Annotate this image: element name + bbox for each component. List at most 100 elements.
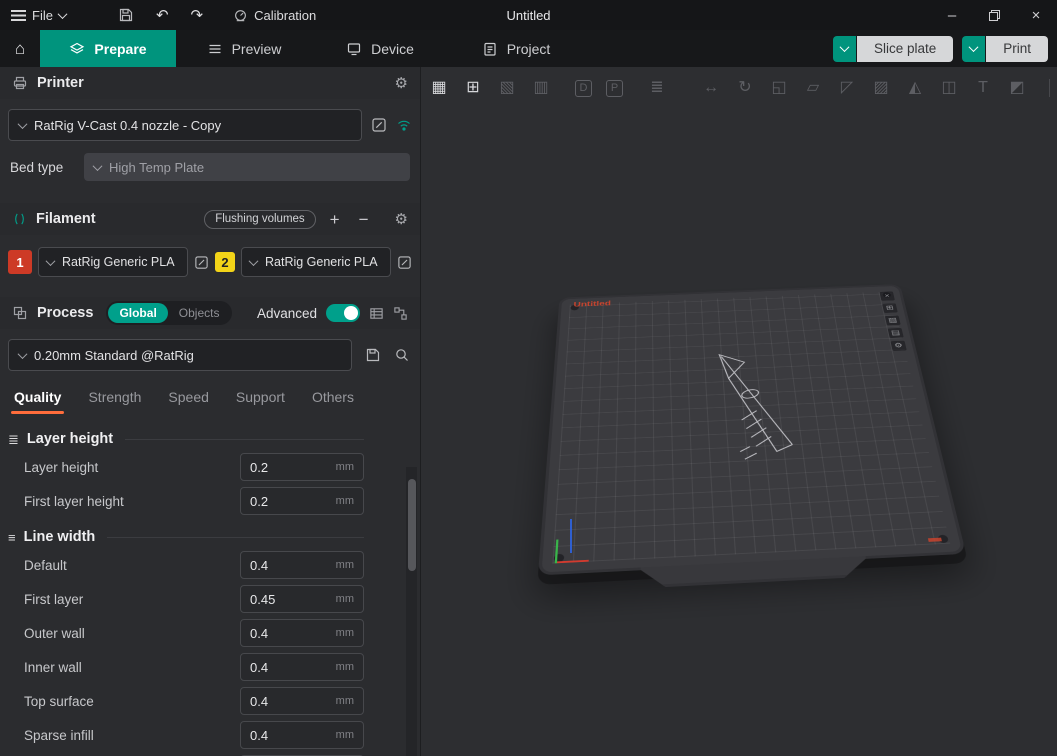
- tab-support[interactable]: Support: [236, 389, 285, 405]
- calibration-button[interactable]: Calibration: [222, 0, 327, 30]
- sidebar: Printer ⚙ RatRig V-Cast 0.4 nozzle - Cop…: [0, 67, 421, 756]
- wifi-icon[interactable]: [396, 118, 412, 132]
- slice-plate-button: Slice plate: [833, 36, 953, 62]
- remove-filament-button[interactable]: −: [354, 211, 374, 228]
- sparse-infill-line-width-input[interactable]: 0.4 mm: [240, 721, 364, 749]
- file-menu[interactable]: File: [0, 0, 77, 30]
- inner-wall-line-width-input[interactable]: 0.4 mm: [240, 653, 364, 681]
- minimize-button[interactable]: –: [931, 0, 973, 30]
- titlebar: File ↶ ↷ Calibration Untitled – ×: [0, 0, 1057, 30]
- doc-p-icon[interactable]: P: [606, 80, 623, 97]
- window-controls: – ×: [931, 0, 1057, 30]
- flatten-icon[interactable]: ▱: [803, 80, 823, 96]
- scale-icon[interactable]: ◱: [769, 80, 789, 96]
- color-paint-icon[interactable]: ◩: [1007, 80, 1027, 96]
- tab-speed[interactable]: Speed: [168, 389, 208, 405]
- doc-d-icon[interactable]: D: [575, 80, 592, 97]
- edit-filament-2-icon[interactable]: [397, 255, 412, 270]
- layer-height-input[interactable]: 0.2 mm: [240, 453, 364, 481]
- save-button[interactable]: [107, 0, 145, 30]
- viewport-3d[interactable]: ▦ ⊞ ▧ ▥ D P ≣ ↔ ↻ ◱ ▱ ◸ ▨ ◭ ◫ T ◩ B: [421, 67, 1057, 756]
- tab-device[interactable]: Device: [312, 30, 448, 67]
- file-menu-label: File: [32, 8, 53, 23]
- filament-settings-icon[interactable]: ⚙: [395, 212, 408, 227]
- tab-prepare[interactable]: Prepare: [40, 30, 176, 67]
- print-action[interactable]: Print: [986, 36, 1048, 62]
- tab-preview[interactable]: Preview: [176, 30, 312, 67]
- cut-icon[interactable]: ◸: [837, 80, 857, 96]
- layers-icon[interactable]: ≣: [647, 80, 667, 96]
- edit-filament-1-icon[interactable]: [194, 255, 209, 270]
- support-paint-icon[interactable]: ▨: [871, 80, 891, 96]
- build-plate-surface[interactable]: Untitled × ⊞ ▧ ▤ ⚙: [538, 284, 966, 575]
- chevron-down-icon: [839, 42, 849, 52]
- tab-project[interactable]: Project: [448, 30, 584, 67]
- filament-2-badge[interactable]: 2: [215, 252, 235, 272]
- build-plate[interactable]: Untitled × ⊞ ▧ ▤ ⚙: [538, 284, 966, 575]
- add-plate-icon[interactable]: ▦: [429, 80, 449, 96]
- print-options-dropdown[interactable]: [962, 36, 985, 62]
- filament-icon: [12, 211, 27, 227]
- maximize-icon: [989, 10, 1000, 21]
- first-layer-line-width-input[interactable]: 0.45 mm: [240, 585, 364, 613]
- rotate-icon[interactable]: ↻: [735, 80, 755, 96]
- process-objects-view-icon[interactable]: [393, 306, 408, 321]
- setting-row: First layer height 0.2 mm: [8, 487, 364, 515]
- tab-quality[interactable]: Quality: [14, 389, 61, 405]
- move-icon[interactable]: ↔: [701, 80, 721, 96]
- scope-objects[interactable]: Objects: [168, 303, 231, 323]
- text-tool-icon[interactable]: T: [973, 80, 993, 96]
- setting-row: Top surface 0.4 mm: [8, 687, 364, 715]
- setting-row: Sparse infill 0.4 mm: [8, 721, 364, 749]
- prepare-icon: [69, 41, 85, 57]
- auto-arrange-icon[interactable]: ⊞: [463, 80, 483, 96]
- printer-preset-select[interactable]: RatRig V-Cast 0.4 nozzle - Copy: [8, 109, 362, 141]
- add-filament-button[interactable]: +: [325, 211, 345, 228]
- setting-row: Outer wall 0.4 mm: [8, 619, 364, 647]
- save-preset-icon[interactable]: [365, 347, 381, 363]
- slice-options-dropdown[interactable]: [833, 36, 856, 62]
- process-list-view-icon[interactable]: [369, 306, 384, 321]
- model-object[interactable]: [542, 286, 963, 573]
- setting-row: First layer 0.45 mm: [8, 585, 364, 613]
- flushing-volumes-button[interactable]: Flushing volumes: [204, 210, 315, 229]
- edit-printer-preset-icon[interactable]: [371, 117, 387, 133]
- advanced-toggle[interactable]: [326, 304, 360, 322]
- seam-paint-icon[interactable]: ◭: [905, 80, 925, 96]
- process-preset-select[interactable]: 0.20mm Standard @RatRig: [8, 339, 352, 371]
- chevron-down-icon: [969, 42, 979, 52]
- default-line-width-input[interactable]: 0.4 mm: [240, 551, 364, 579]
- first-layer-height-input[interactable]: 0.2 mm: [240, 487, 364, 515]
- redo-button[interactable]: ↷: [180, 0, 215, 30]
- filament-1-select[interactable]: RatRig Generic PLA: [38, 247, 188, 277]
- search-preset-icon[interactable]: [394, 347, 410, 363]
- layer-height-group-icon: ≣: [8, 433, 19, 446]
- chevron-down-icon: [18, 349, 28, 359]
- undo-button[interactable]: ↶: [145, 0, 180, 30]
- printer-settings-icon[interactable]: ⚙: [395, 76, 408, 91]
- tab-others[interactable]: Others: [312, 389, 354, 405]
- slice-plate-action[interactable]: Slice plate: [857, 36, 953, 62]
- filament-1-badge[interactable]: 1: [8, 250, 32, 274]
- menu-icon: [11, 10, 26, 21]
- mesh-boolean-icon[interactable]: ◫: [939, 80, 959, 96]
- filament-section-title: Filament: [36, 211, 96, 227]
- process-section-header: Process Global Objects Advanced: [0, 297, 420, 329]
- scope-global[interactable]: Global: [108, 303, 167, 323]
- home-button[interactable]: ⌂: [0, 30, 40, 67]
- outer-wall-line-width-input[interactable]: 0.4 mm: [240, 619, 364, 647]
- process-preset-row: 0.20mm Standard @RatRig: [0, 329, 420, 377]
- printer-section-title: Printer: [37, 75, 84, 91]
- device-icon: [346, 41, 362, 57]
- top-surface-line-width-input[interactable]: 0.4 mm: [240, 687, 364, 715]
- tab-strength[interactable]: Strength: [88, 389, 141, 405]
- auto-orient-icon[interactable]: ▧: [497, 80, 517, 96]
- printer-section-header: Printer ⚙: [0, 67, 420, 99]
- process-icon: [12, 305, 28, 321]
- maximize-button[interactable]: [973, 0, 1015, 30]
- filament-2-select[interactable]: RatRig Generic PLA: [241, 247, 391, 277]
- bed-type-select[interactable]: High Temp Plate: [84, 153, 410, 181]
- split-objects-icon[interactable]: ▥: [531, 80, 551, 96]
- sidebar-scrollbar-thumb[interactable]: [408, 479, 416, 571]
- close-button[interactable]: ×: [1015, 0, 1057, 30]
